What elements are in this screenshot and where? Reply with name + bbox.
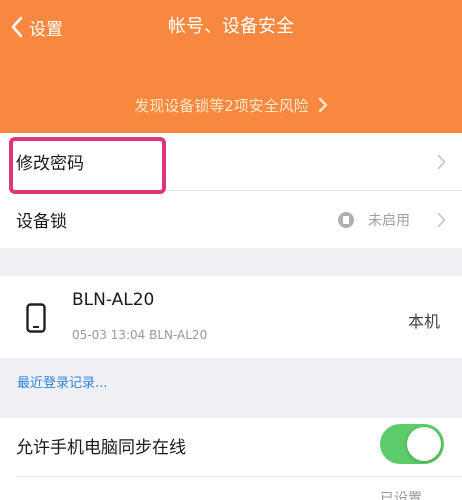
header-bar: 设置 帐号、设备安全 发现设备锁等2项安全风险 <box>0 0 462 133</box>
device-lock-status: 未启用 <box>338 210 410 230</box>
sync-online-label: 允许手机电脑同步在线 <box>16 437 186 458</box>
page-title: 帐号、设备安全 <box>168 16 294 37</box>
device-lock-label: 设备锁 <box>16 212 67 232</box>
risk-banner-text: 发现设备锁等2项安全风险 <box>134 96 309 115</box>
device-card[interactable] <box>0 276 462 358</box>
sync-online-toggle[interactable] <box>380 424 444 464</box>
recent-login-link[interactable]: 最近登录记录... <box>17 372 107 391</box>
toggle-knob <box>407 427 441 461</box>
device-lock-row[interactable]: 设备锁 未启用 <box>0 191 462 248</box>
partial-status-text: 已设置 <box>380 491 422 500</box>
row-divider <box>16 476 462 477</box>
chevron-right-icon <box>318 97 328 113</box>
device-lock-status-text: 未启用 <box>368 212 410 229</box>
device-name: BLN-AL20 <box>72 290 155 310</box>
annotation-highlight-box <box>9 137 166 194</box>
chevron-right-icon <box>437 154 446 169</box>
phone-icon <box>26 303 46 333</box>
chevron-right-icon <box>437 212 446 227</box>
security-risk-banner[interactable]: 发现设备锁等2项安全风险 <box>0 88 462 122</box>
lock-status-icon <box>338 211 354 228</box>
device-login-detail: 05-03 13:04 BLN-AL20 <box>72 328 208 342</box>
current-device-tag: 本机 <box>407 312 440 331</box>
